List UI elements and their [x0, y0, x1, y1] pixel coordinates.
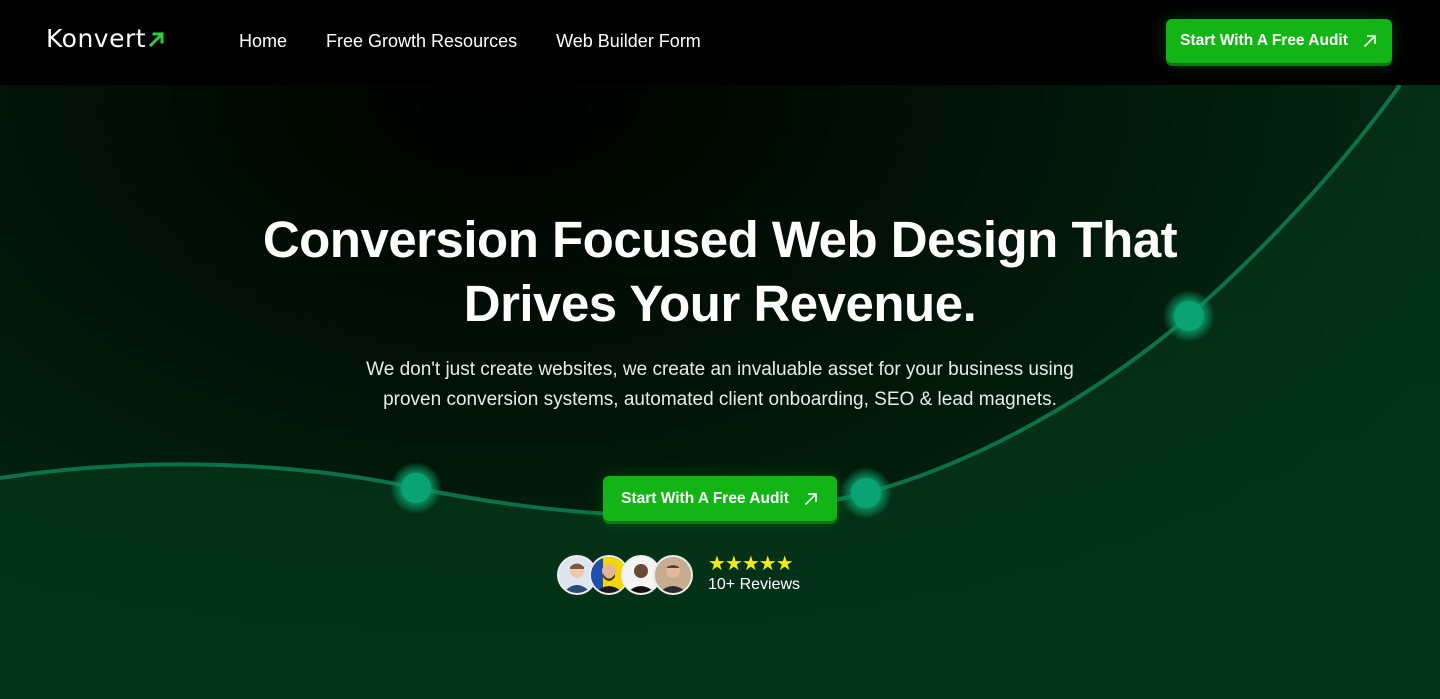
reviews-block: ★★★★★ 10+ Reviews	[557, 554, 800, 595]
logo-arrow-icon	[148, 31, 165, 47]
logo-text: Konvert	[46, 24, 147, 53]
nav-links: Home Free Growth Resources Web Builder F…	[239, 30, 701, 52]
hero-cta-button[interactable]: Start With A Free Audit	[603, 476, 837, 521]
arrow-up-right-icon	[1363, 35, 1376, 48]
hero-title: Conversion Focused Web Design That Drive…	[0, 208, 1440, 336]
nav-link-home[interactable]: Home	[239, 30, 287, 52]
reviewer-avatars	[557, 554, 693, 595]
arrow-up-right-icon	[804, 492, 817, 505]
hero-subtitle: We don't just create websites, we create…	[366, 359, 1074, 410]
hero-cta-label: Start With A Free Audit	[621, 489, 789, 507]
hero-title-line-2: Drives Your Revenue.	[463, 275, 977, 332]
hero-title-line-1: Conversion Focused Web Design That	[262, 211, 1178, 268]
star-rating-icon: ★★★★★	[708, 553, 794, 575]
nav-link-web-builder-form[interactable]: Web Builder Form	[556, 30, 701, 52]
top-navigation: Konvert Home Free Growth Resources Web B…	[0, 0, 1440, 85]
nav-link-free-growth-resources[interactable]: Free Growth Resources	[326, 30, 517, 52]
logo[interactable]: Konvert	[46, 26, 166, 51]
avatar	[653, 554, 693, 595]
reviews-summary: ★★★★★ 10+ Reviews	[708, 554, 800, 595]
reviews-count: 10+ Reviews	[708, 576, 801, 593]
hero-section: Conversion Focused Web Design That Drive…	[0, 85, 1440, 699]
nav-cta-label: Start With A Free Audit	[1180, 32, 1348, 49]
nav-cta-button[interactable]: Start With A Free Audit	[1166, 19, 1392, 63]
